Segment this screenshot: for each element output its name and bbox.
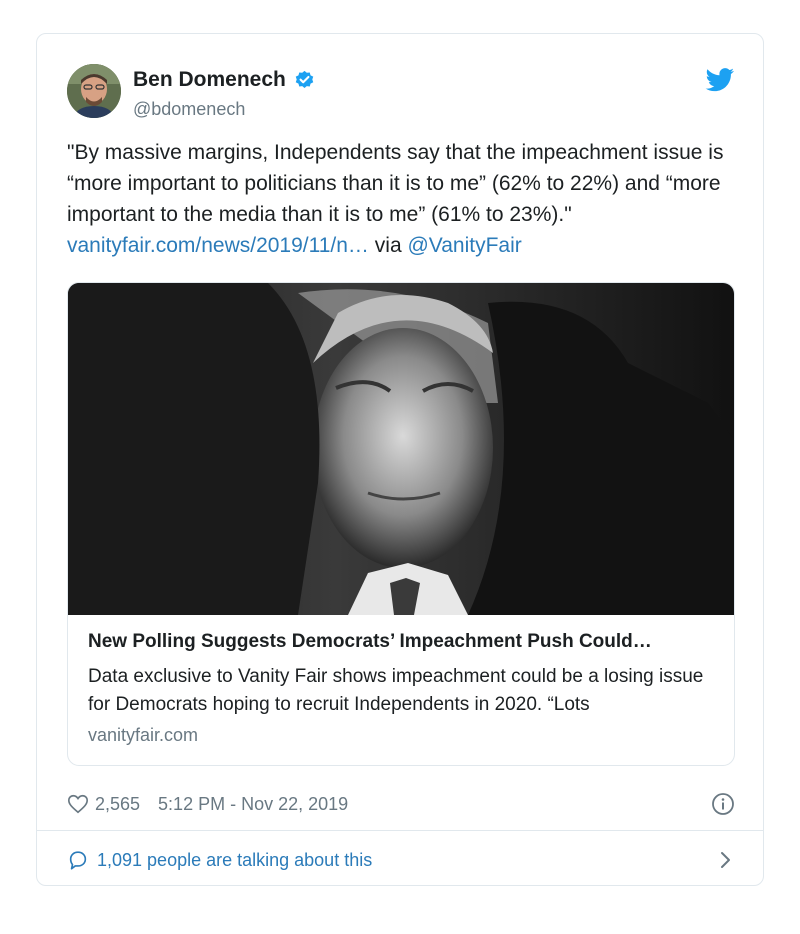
- author-name[interactable]: Ben Domenech: [133, 68, 286, 92]
- author-name-row: Ben Domenech: [133, 68, 315, 92]
- talking-count[interactable]: 1,091 people are talking about this: [97, 850, 372, 871]
- info-icon[interactable]: [711, 792, 735, 816]
- tweet-text: "By massive margins, Independents say th…: [67, 137, 735, 261]
- embedded-tweet-card[interactable]: Ben Domenech @bdomenech "By massive marg…: [36, 33, 764, 886]
- chevron-right-icon[interactable]: [719, 849, 733, 871]
- verified-badge-icon: [294, 70, 315, 91]
- preview-image: [68, 283, 734, 615]
- like-count[interactable]: 2,565: [95, 794, 140, 815]
- conversation-link[interactable]: 1,091 people are talking about this: [67, 847, 735, 873]
- preview-description: Data exclusive to Vanity Fair shows impe…: [88, 666, 704, 715]
- preview-domain: vanityfair.com: [88, 725, 199, 745]
- preview-title[interactable]: New Polling Suggests Democrats’ Impeachm…: [88, 629, 718, 655]
- via-text: via: [368, 234, 408, 257]
- timestamp[interactable]: 5:12 PM - Nov 22, 2019: [158, 794, 348, 815]
- tweet-body: "By massive margins, Independents say th…: [67, 141, 724, 226]
- comment-bubble-icon: [67, 849, 89, 871]
- divider: [37, 830, 763, 831]
- tweet-meta: 2,565 5:12 PM - Nov 22, 2019: [67, 791, 735, 817]
- preview-body: New Polling Suggests Democrats’ Impeachm…: [88, 629, 718, 746]
- avatar[interactable]: [67, 64, 121, 118]
- tweet-header: Ben Domenech @bdomenech: [67, 64, 735, 124]
- author-handle[interactable]: @bdomenech: [133, 99, 245, 120]
- mention-link[interactable]: @VanityFair: [407, 234, 521, 257]
- heart-icon[interactable]: [67, 793, 89, 815]
- article-link[interactable]: vanityfair.com/news/2019/11/n…: [67, 234, 369, 257]
- twitter-bird-icon[interactable]: [705, 68, 735, 92]
- link-preview-card[interactable]: New Polling Suggests Democrats’ Impeachm…: [67, 282, 735, 766]
